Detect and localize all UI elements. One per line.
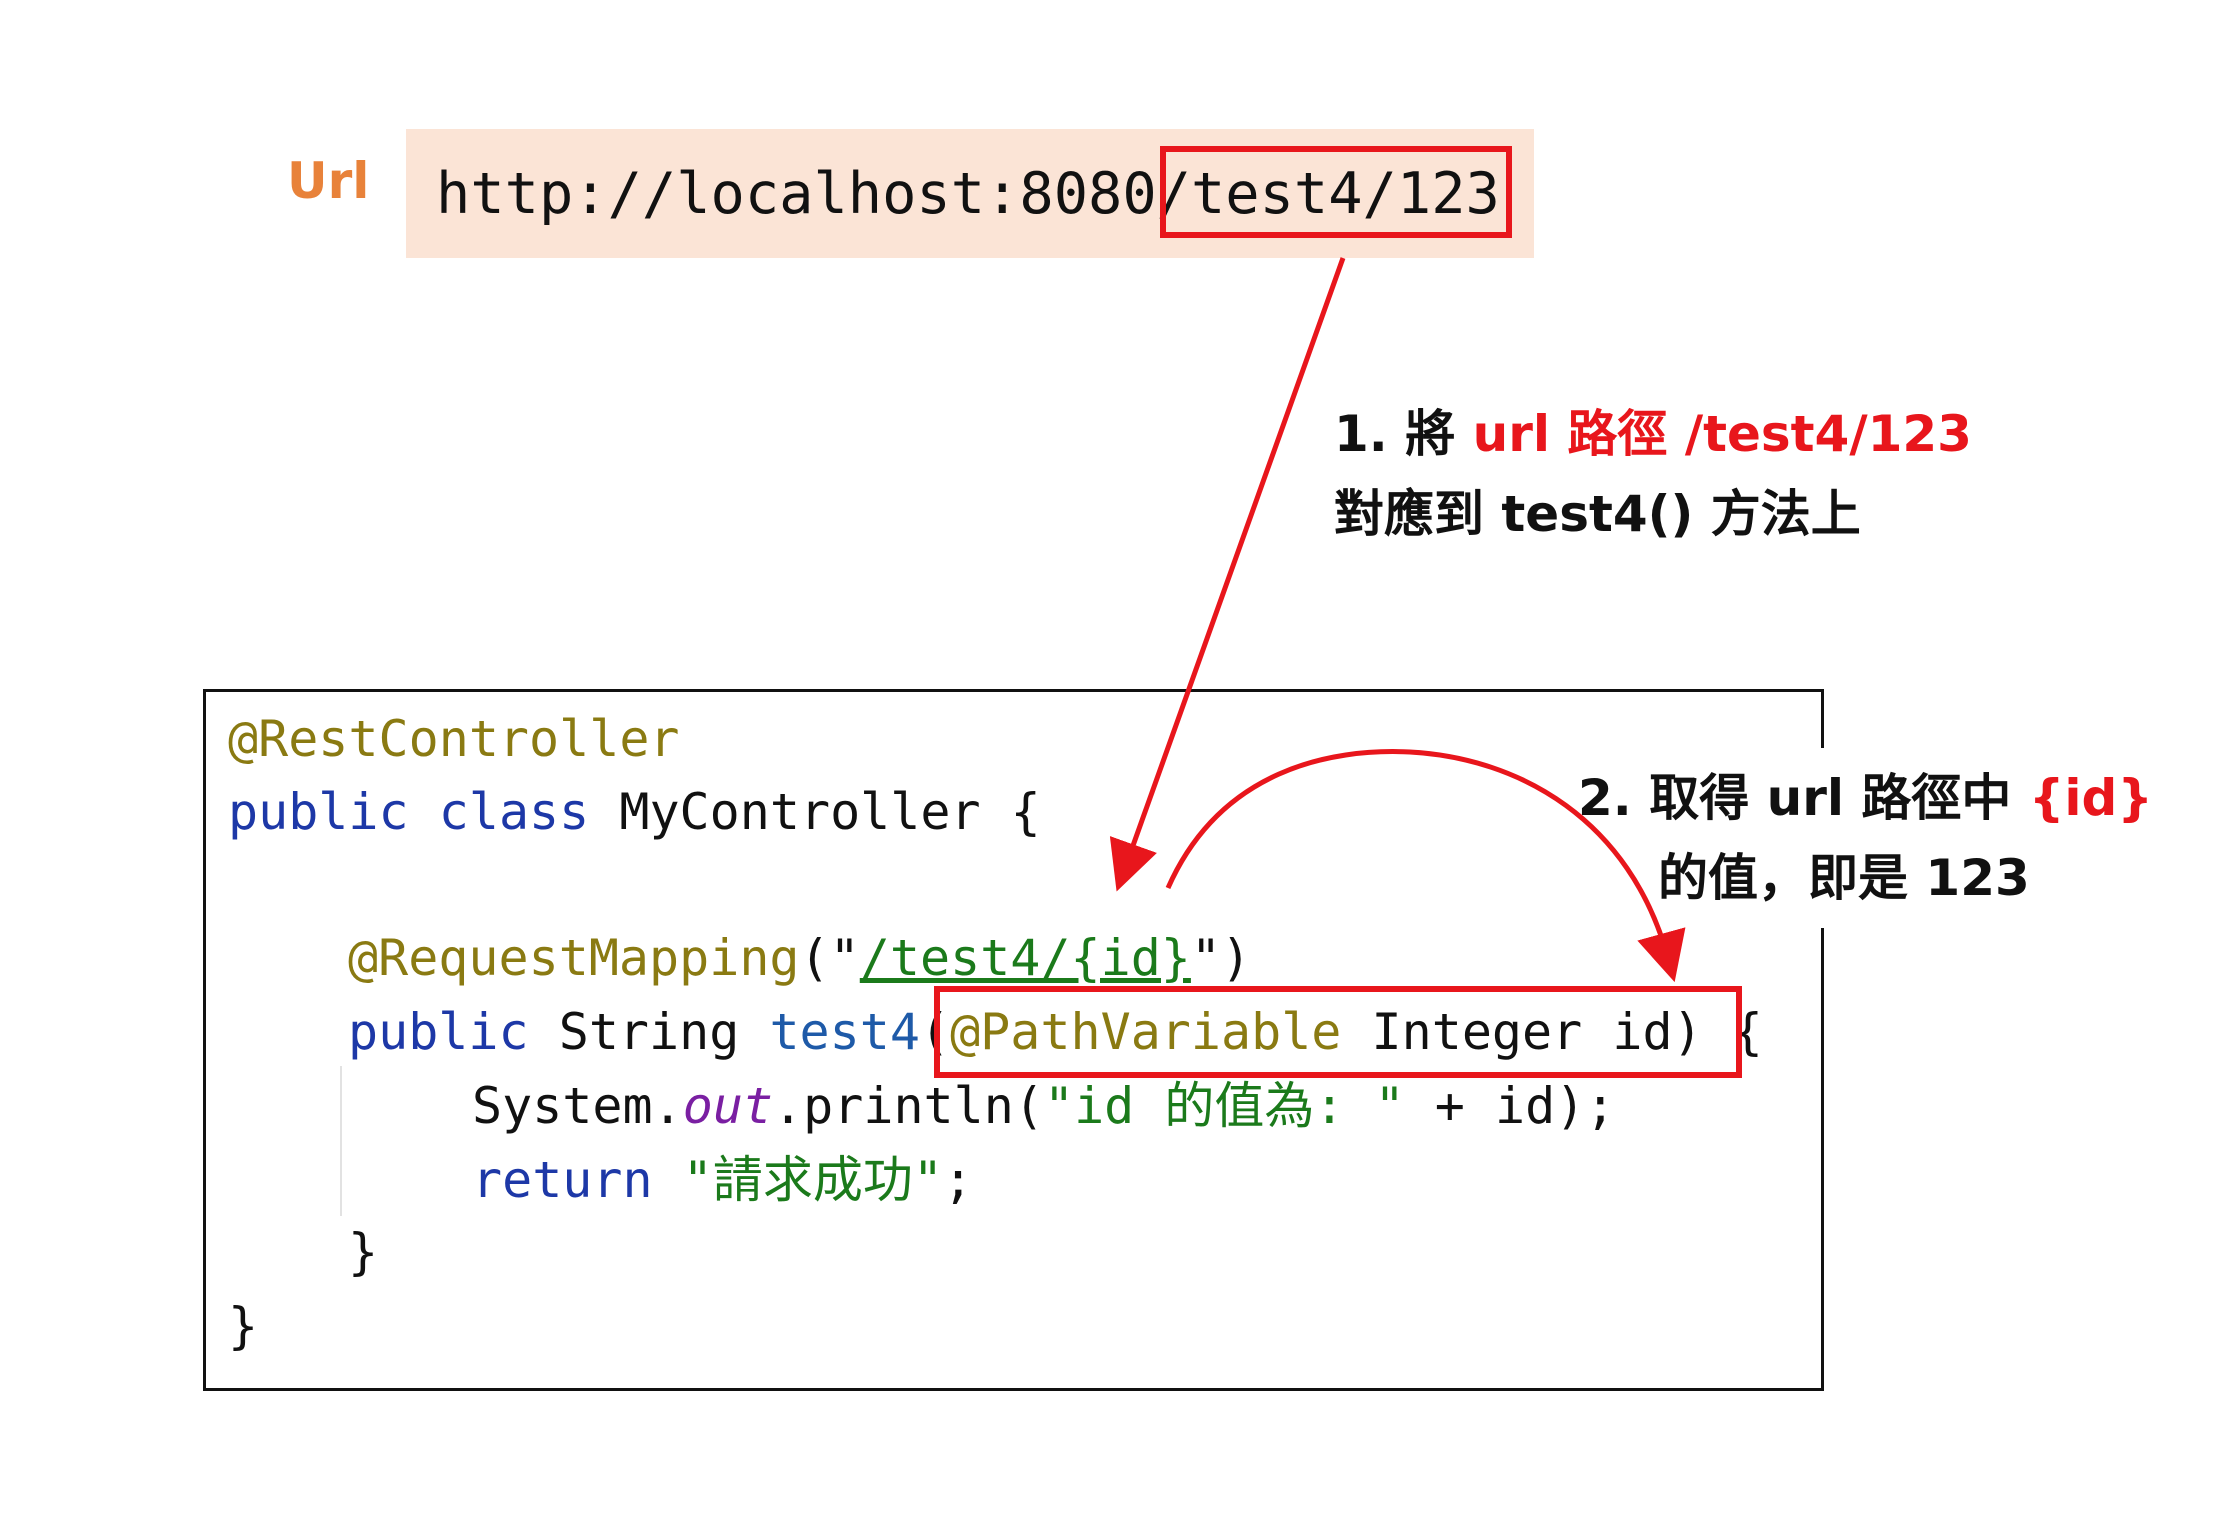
sysout-prefix: System. bbox=[472, 1077, 683, 1135]
note2-accent: {id} bbox=[2028, 769, 2153, 827]
sysout-println: .println( bbox=[773, 1077, 1044, 1135]
rest-controller-annotation: @RestController bbox=[228, 710, 680, 768]
url-prefix: http://localhost:8080 bbox=[436, 161, 1157, 227]
url-label: Url bbox=[287, 152, 370, 210]
url-path-highlight bbox=[1160, 146, 1512, 238]
note2-line1: 2. 取得 url 路徑中 {id} bbox=[1578, 758, 2153, 830]
class-name: MyController { bbox=[589, 783, 1041, 841]
code-line-request-mapping: @RequestMapping("/test4/{id}") bbox=[348, 926, 1251, 990]
code-line-class-decl: public class MyController { bbox=[228, 780, 1041, 844]
close-method-brace: } bbox=[348, 1223, 379, 1281]
method-name: test4 bbox=[769, 1003, 920, 1061]
note1-prefix: 1. 將 bbox=[1334, 405, 1473, 463]
return-keyword: return bbox=[472, 1151, 653, 1209]
code-line-close-class: } bbox=[228, 1294, 258, 1358]
method-return-type: String bbox=[528, 1003, 770, 1061]
sysout-field: out bbox=[682, 1077, 774, 1135]
code-line-close-method: } bbox=[348, 1220, 378, 1284]
class-public-keyword: public bbox=[228, 783, 409, 841]
return-string: "請求成功" bbox=[682, 1151, 943, 1209]
request-mapping-annotation: @RequestMapping bbox=[348, 929, 800, 987]
code-line-return: return "請求成功"; bbox=[472, 1148, 973, 1212]
mapping-path: /test4/{id} bbox=[859, 929, 1191, 987]
close-class-brace: } bbox=[228, 1297, 259, 1355]
note1-line2: 對應到 test4() 方法上 bbox=[1334, 485, 1861, 543]
note1-line1: 1. 將 url 路徑 /test4/123 bbox=[1334, 394, 1972, 466]
code-line-sysout: System.out.println("id 的值為: " + id); bbox=[472, 1074, 1615, 1138]
class-keyword: class bbox=[438, 783, 590, 841]
note1-accent: url 路徑 /test4/123 bbox=[1472, 405, 1972, 463]
sysout-string: "id 的值為: " bbox=[1043, 1077, 1405, 1135]
indent-guide bbox=[340, 1066, 342, 1216]
code-line-rest-controller: @RestController bbox=[228, 707, 680, 771]
method-public-keyword: public bbox=[348, 1003, 529, 1061]
sysout-rest: + id); bbox=[1404, 1077, 1616, 1135]
note2-line2: 的值，即是 123 bbox=[1658, 849, 2030, 907]
mapping-open: (" bbox=[799, 929, 860, 987]
path-variable-highlight bbox=[934, 986, 1742, 1078]
note2-prefix: 2. 取得 url 路徑中 bbox=[1578, 769, 2029, 827]
mapping-close: ") bbox=[1190, 929, 1252, 987]
return-semicolon: ; bbox=[942, 1151, 974, 1209]
